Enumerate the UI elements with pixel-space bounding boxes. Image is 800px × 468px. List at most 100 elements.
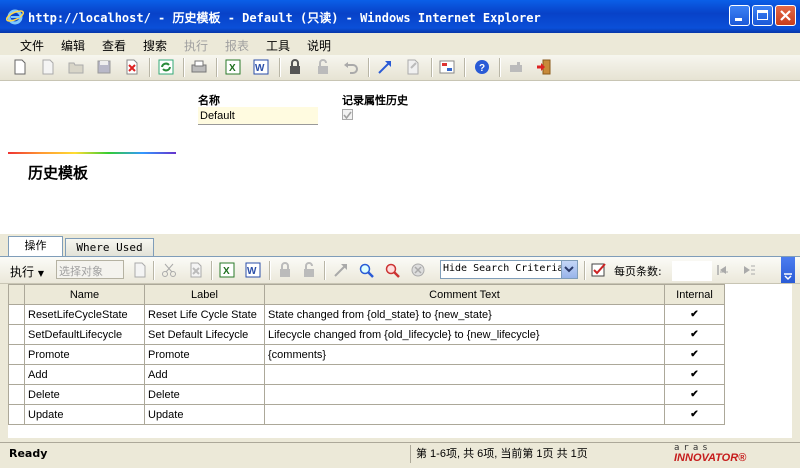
select-object-dropdown[interactable]: 选择对象 (56, 260, 124, 279)
menu-search[interactable]: 搜索 (143, 37, 167, 54)
cell-name[interactable]: Delete (24, 384, 145, 405)
excel-export-icon[interactable]: X (225, 59, 241, 75)
checked-checkbox-icon[interactable]: ✔ (689, 370, 700, 381)
table-row[interactable]: SetDefaultLifecycle Set Default Lifecycl… (8, 324, 725, 345)
previous-page-icon[interactable] (714, 262, 730, 278)
cell-internal[interactable]: ✔ (664, 344, 725, 365)
document-edit-icon[interactable] (405, 59, 421, 75)
record-history-checkbox[interactable] (342, 109, 353, 120)
unclaim-icon[interactable] (508, 59, 524, 75)
help-icon[interactable]: ? (474, 59, 490, 75)
cell-label[interactable]: Update (144, 404, 265, 425)
checked-checkbox-icon[interactable]: ✔ (689, 310, 700, 321)
delete-document-icon[interactable] (124, 59, 140, 75)
stop-icon[interactable] (410, 262, 426, 278)
undo-icon[interactable] (343, 59, 359, 75)
grid-excel-icon[interactable]: X (219, 262, 235, 278)
cell-comment[interactable]: State changed from {old_state} to {new_s… (264, 304, 665, 325)
next-page-icon[interactable] (740, 262, 756, 278)
new-row-icon[interactable] (132, 262, 148, 278)
grid-word-icon[interactable]: W (245, 262, 261, 278)
checked-checkbox-icon[interactable]: ✔ (689, 410, 700, 421)
checked-checkbox-icon[interactable]: ✔ (689, 330, 700, 341)
table-row[interactable]: Promote Promote {comments} ✔ (8, 344, 725, 365)
menu-reports[interactable]: 报表 (225, 37, 249, 54)
cell-internal[interactable]: ✔ (664, 324, 725, 345)
cell-label[interactable]: Delete (144, 384, 265, 405)
cell-comment[interactable] (264, 404, 665, 425)
cell-name[interactable]: Add (24, 364, 145, 385)
cut-icon[interactable] (161, 262, 177, 278)
workflow-icon[interactable] (439, 59, 455, 75)
cell-internal[interactable]: ✔ (664, 384, 725, 405)
cell-comment[interactable] (264, 384, 665, 405)
grid-lock-icon[interactable] (277, 262, 293, 278)
save-icon[interactable] (96, 59, 112, 75)
filter-check-icon[interactable] (591, 262, 607, 278)
table-row[interactable]: ResetLifeCycleState Reset Life Cycle Sta… (8, 304, 725, 325)
grid-unlock-icon[interactable] (301, 262, 317, 278)
print-icon[interactable] (191, 59, 207, 75)
refresh-icon[interactable] (158, 59, 174, 75)
new-document-icon[interactable] (12, 59, 28, 75)
menu-tools[interactable]: 工具 (266, 37, 290, 54)
name-field[interactable] (198, 107, 318, 125)
per-page-input[interactable] (672, 261, 712, 281)
row-selector[interactable] (8, 364, 25, 385)
logout-icon[interactable] (536, 59, 552, 75)
menu-view[interactable]: 查看 (102, 37, 126, 54)
cell-label[interactable]: Reset Life Cycle State (144, 304, 265, 325)
cell-label[interactable]: Add (144, 364, 265, 385)
cell-name[interactable]: Update (24, 404, 145, 425)
close-button[interactable] (775, 5, 796, 26)
column-header-internal[interactable]: Internal (664, 284, 725, 305)
cell-comment[interactable] (264, 364, 665, 385)
table-row[interactable]: Update Update ✔ (8, 404, 725, 425)
unlock-icon[interactable] (315, 59, 331, 75)
open-folder-icon[interactable] (68, 59, 84, 75)
row-selector[interactable] (8, 304, 25, 325)
word-export-icon[interactable]: W (253, 59, 269, 75)
maximize-button[interactable] (752, 5, 773, 26)
row-selector[interactable] (8, 404, 25, 425)
tab-actions[interactable]: 操作 (8, 236, 63, 257)
lock-icon[interactable] (287, 59, 303, 75)
cell-name[interactable]: ResetLifeCycleState (24, 304, 145, 325)
row-selector[interactable] (8, 324, 25, 345)
tab-where-used[interactable]: Where Used (65, 238, 154, 256)
window-titlebar[interactable]: http://localhost/ - 历史模板 - Default (只读) … (0, 0, 800, 33)
row-selector-header[interactable] (8, 284, 25, 305)
delete-row-icon[interactable] (188, 262, 204, 278)
cell-comment[interactable]: Lifecycle changed from {old_lifecycle} t… (264, 324, 665, 345)
cell-internal[interactable]: ✔ (664, 404, 725, 425)
toolbar-overflow-button[interactable] (781, 257, 795, 283)
cell-internal[interactable]: ✔ (664, 304, 725, 325)
table-row[interactable]: Add Add ✔ (8, 364, 725, 385)
checked-checkbox-icon[interactable]: ✔ (689, 350, 700, 361)
row-selector[interactable] (8, 384, 25, 405)
cell-name[interactable]: SetDefaultLifecycle (24, 324, 145, 345)
menu-file[interactable]: 文件 (20, 37, 44, 54)
chevron-down-icon[interactable] (561, 261, 577, 278)
minimize-button[interactable] (729, 5, 750, 26)
cell-name[interactable]: Promote (24, 344, 145, 365)
promote-icon[interactable] (377, 59, 393, 75)
search-icon[interactable] (358, 262, 374, 278)
grid-promote-icon[interactable] (333, 262, 349, 278)
row-selector[interactable] (8, 344, 25, 365)
menu-edit[interactable]: 编辑 (61, 37, 85, 54)
cell-label[interactable]: Promote (144, 344, 265, 365)
column-header-name[interactable]: Name (24, 284, 145, 305)
checked-checkbox-icon[interactable]: ✔ (689, 390, 700, 401)
menu-help[interactable]: 说明 (307, 37, 331, 54)
search-mode-dropdown[interactable]: Hide Search Criteria (440, 260, 578, 279)
column-header-label[interactable]: Label (144, 284, 265, 305)
table-row[interactable]: Delete Delete ✔ (8, 384, 725, 405)
clear-search-icon[interactable] (384, 262, 400, 278)
cell-internal[interactable]: ✔ (664, 364, 725, 385)
column-header-comment[interactable]: Comment Text (264, 284, 665, 305)
view-document-icon[interactable] (40, 59, 56, 75)
cell-comment[interactable]: {comments} (264, 344, 665, 365)
execute-dropdown[interactable]: 执行 ▼ (10, 263, 44, 280)
menu-execute[interactable]: 执行 (184, 37, 208, 54)
